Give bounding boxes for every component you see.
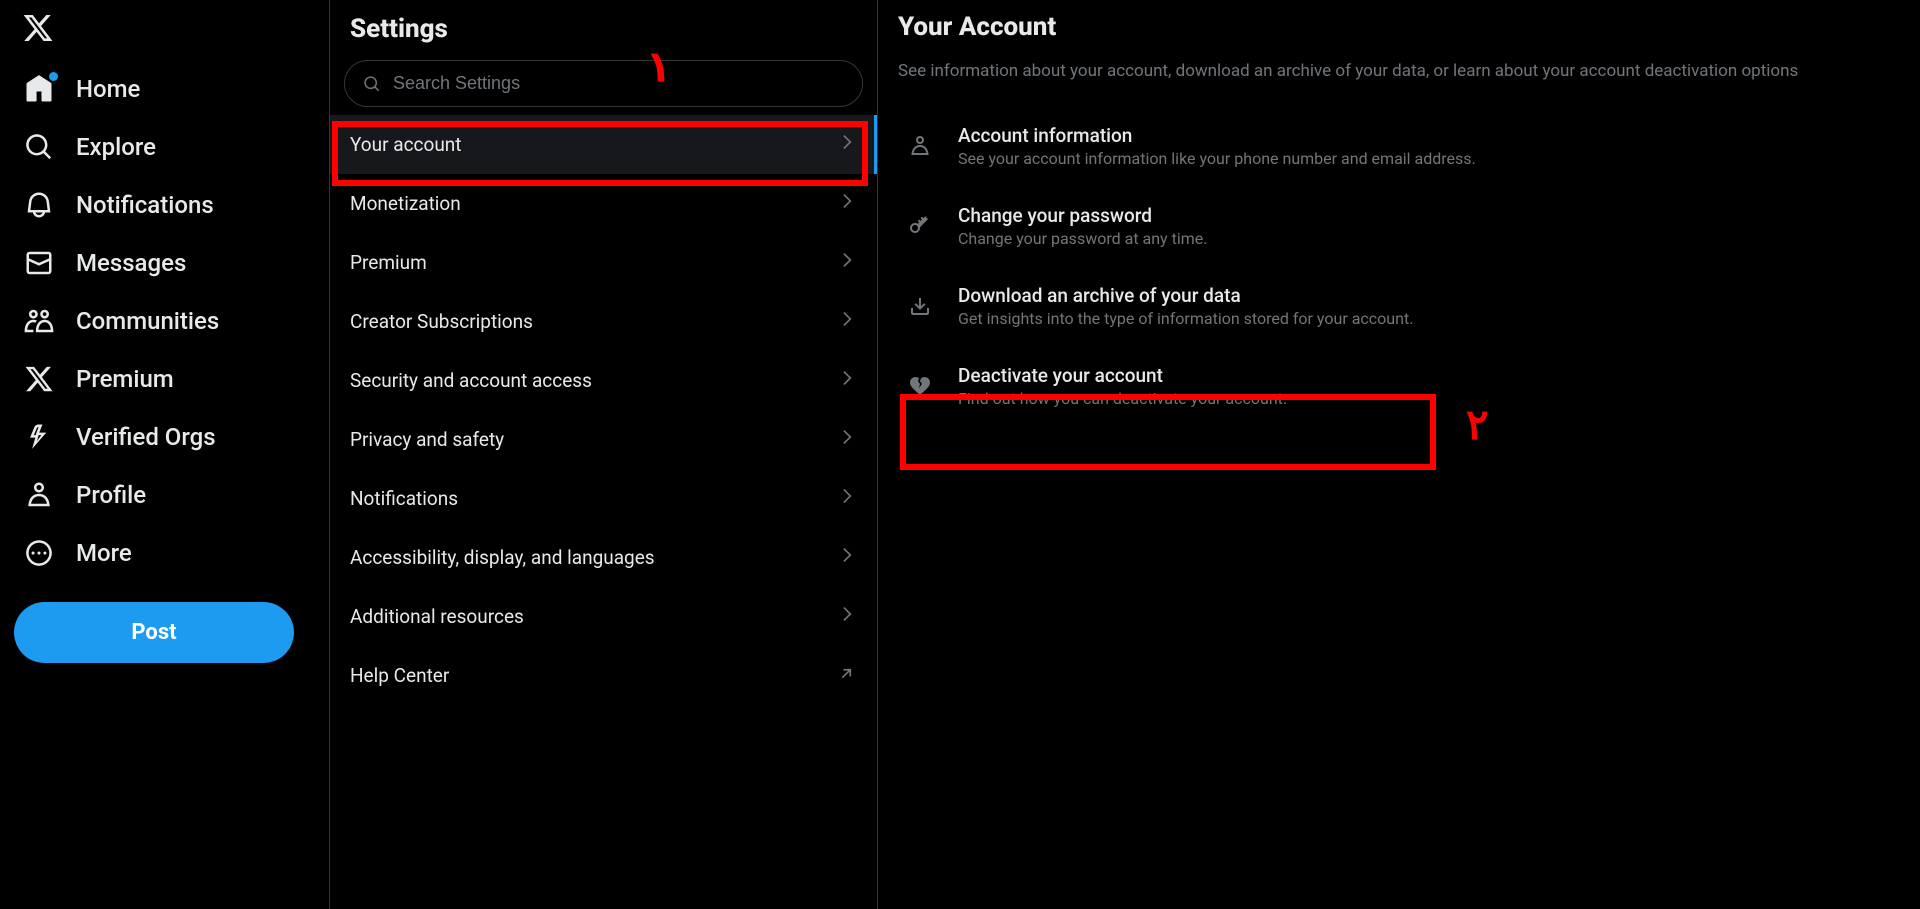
- settings-item-label: Monetization: [350, 192, 461, 215]
- post-button[interactable]: Post: [14, 602, 294, 663]
- home-icon: [24, 74, 54, 104]
- nav-label: Verified Orgs: [76, 423, 216, 451]
- settings-item-label: Security and account access: [350, 369, 592, 392]
- detail-item-sub: Get insights into the type of informatio…: [958, 309, 1413, 328]
- lightning-icon: [24, 422, 54, 452]
- settings-item-additional[interactable]: Additional resources: [330, 587, 877, 646]
- key-icon: [906, 212, 934, 240]
- settings-search[interactable]: [344, 60, 863, 107]
- nav-explore[interactable]: Explore: [14, 118, 317, 176]
- external-link-icon: [837, 663, 857, 688]
- settings-item-accessibility[interactable]: Accessibility, display, and languages: [330, 528, 877, 587]
- chevron-right-icon: [837, 545, 857, 570]
- person-outline-icon: [906, 132, 934, 160]
- settings-item-label: Privacy and safety: [350, 428, 504, 451]
- nav-profile[interactable]: Profile: [14, 466, 317, 524]
- detail-item-title: Download an archive of your data: [958, 284, 1413, 307]
- nav-verified-orgs[interactable]: Verified Orgs: [14, 408, 317, 466]
- nav-label: Profile: [76, 481, 146, 509]
- x-logo-icon: [22, 12, 54, 44]
- settings-item-security[interactable]: Security and account access: [330, 351, 877, 410]
- detail-item-download-archive[interactable]: Download an archive of your data Get ins…: [898, 266, 1900, 346]
- chevron-right-icon: [837, 368, 857, 393]
- nav-communities[interactable]: Communities: [14, 292, 317, 350]
- settings-item-label: Your account: [350, 133, 462, 156]
- detail-item-title: Account information: [958, 124, 1476, 147]
- settings-title: Settings: [330, 4, 877, 60]
- nav-label: Messages: [76, 249, 186, 277]
- account-detail-column: Your Account See information about your …: [878, 0, 1920, 909]
- settings-column: Settings Your account Monetization Premi…: [330, 0, 878, 909]
- chevron-right-icon: [837, 604, 857, 629]
- settings-item-your-account[interactable]: Your account: [330, 115, 877, 174]
- search-icon: [363, 75, 381, 93]
- nav-more[interactable]: More: [14, 524, 317, 582]
- heartbreak-icon: [906, 372, 934, 400]
- settings-item-label: Notifications: [350, 487, 458, 510]
- settings-item-help-center[interactable]: Help Center: [330, 646, 877, 705]
- chevron-right-icon: [837, 427, 857, 452]
- detail-item-title: Deactivate your account: [958, 364, 1287, 387]
- search-icon: [24, 132, 54, 162]
- nav-notifications[interactable]: Notifications: [14, 176, 317, 234]
- settings-item-label: Creator Subscriptions: [350, 310, 533, 333]
- bell-icon: [24, 190, 54, 220]
- more-circle-icon: [24, 538, 54, 568]
- detail-item-change-password[interactable]: Change your password Change your passwor…: [898, 186, 1900, 266]
- settings-item-premium[interactable]: Premium: [330, 233, 877, 292]
- settings-item-label: Help Center: [350, 664, 449, 687]
- nav-label: Explore: [76, 133, 156, 161]
- nav-messages[interactable]: Messages: [14, 234, 317, 292]
- app-logo[interactable]: [14, 6, 317, 60]
- notification-dot: [49, 72, 58, 81]
- detail-item-title: Change your password: [958, 204, 1207, 227]
- primary-nav: Home Explore Notifications Messages Comm…: [0, 0, 330, 909]
- detail-item-sub: See your account information like your p…: [958, 149, 1476, 168]
- search-input[interactable]: [393, 73, 844, 94]
- detail-item-sub: Change your password at any time.: [958, 229, 1207, 248]
- detail-description: See information about your account, down…: [898, 60, 1900, 106]
- detail-item-account-info[interactable]: Account information See your account inf…: [898, 106, 1900, 186]
- envelope-icon: [24, 248, 54, 278]
- nav-label: Home: [76, 75, 140, 103]
- settings-item-label: Accessibility, display, and languages: [350, 546, 655, 569]
- settings-item-creator-subs[interactable]: Creator Subscriptions: [330, 292, 877, 351]
- settings-item-label: Premium: [350, 251, 427, 274]
- chevron-right-icon: [837, 250, 857, 275]
- person-icon: [24, 480, 54, 510]
- detail-title: Your Account: [898, 4, 1900, 60]
- nav-home[interactable]: Home: [14, 60, 317, 118]
- settings-item-label: Additional resources: [350, 605, 524, 628]
- nav-label: More: [76, 539, 132, 567]
- nav-label: Premium: [76, 365, 174, 393]
- chevron-right-icon: [837, 309, 857, 334]
- download-icon: [906, 292, 934, 320]
- chevron-right-icon: [837, 486, 857, 511]
- nav-label: Communities: [76, 307, 219, 335]
- settings-item-notifications[interactable]: Notifications: [330, 469, 877, 528]
- x-logo-icon: [24, 364, 54, 394]
- chevron-right-icon: [837, 191, 857, 216]
- nav-label: Notifications: [76, 191, 214, 219]
- settings-item-monetization[interactable]: Monetization: [330, 174, 877, 233]
- settings-item-privacy[interactable]: Privacy and safety: [330, 410, 877, 469]
- chevron-right-icon: [837, 132, 857, 157]
- nav-premium[interactable]: Premium: [14, 350, 317, 408]
- detail-item-deactivate[interactable]: Deactivate your account Find out how you…: [898, 346, 1900, 426]
- people-icon: [24, 306, 54, 336]
- detail-item-sub: Find out how you can deactivate your acc…: [958, 389, 1287, 408]
